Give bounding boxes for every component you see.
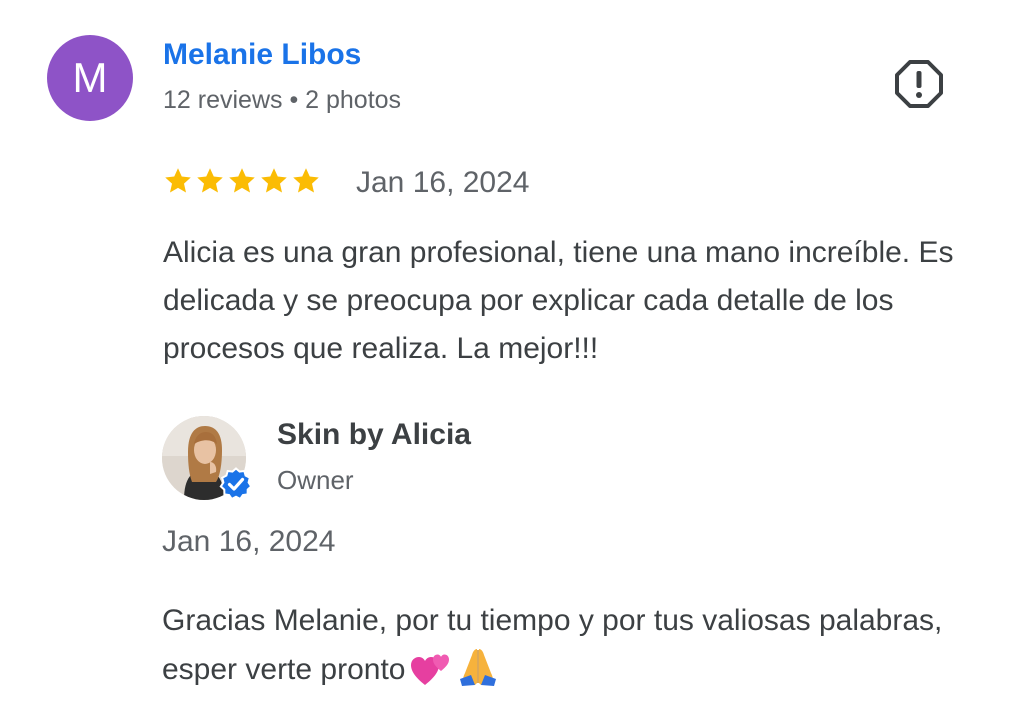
star-icon <box>165 168 191 193</box>
reviewer-meta: 12 reviews • 2 photos <box>163 86 402 114</box>
reply-text-container: Gracias Melanie, por tu tiempo y por tus… <box>162 597 1002 694</box>
owner-role-label: Owner <box>277 465 354 495</box>
verified-check-icon <box>219 467 253 501</box>
folded-hands-emoji <box>460 649 497 686</box>
reviewer-avatar[interactable]: M <box>47 35 133 121</box>
reply-date: Jan 16, 2024 <box>162 525 336 558</box>
owner-name: Skin by Alicia <box>277 418 471 451</box>
reply-text: Gracias Melanie, por tu tiempo y por tus… <box>162 604 943 686</box>
star-icon <box>293 168 319 193</box>
star-icon <box>261 168 287 193</box>
review-date: Jan 16, 2024 <box>356 166 530 199</box>
reviewer-name-link[interactable]: Melanie Libos <box>163 38 361 72</box>
reviewer-initial: M <box>72 54 108 101</box>
report-flag-icon[interactable] <box>893 58 945 110</box>
star-rating <box>163 166 321 196</box>
two-hearts-emoji <box>411 654 450 685</box>
star-icon <box>229 168 255 193</box>
star-icon <box>197 168 223 193</box>
review-text: Alicia es una gran profesional, tiene un… <box>163 236 954 365</box>
